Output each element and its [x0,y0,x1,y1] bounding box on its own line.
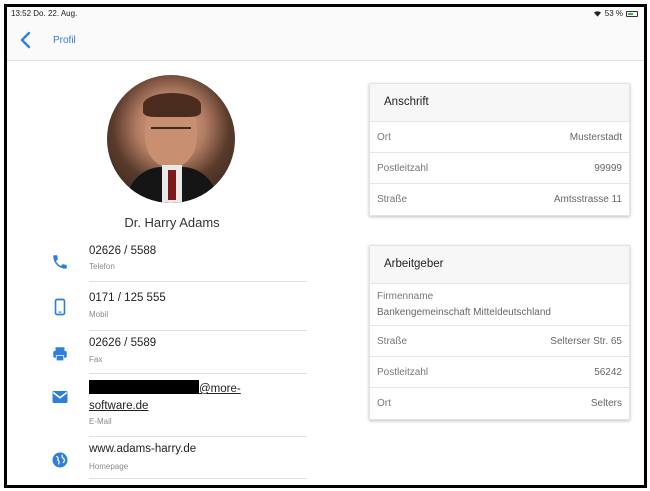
contact-row-email[interactable]: @more- software.de E-Mail [47,380,307,440]
app-window: 13:52 Do. 22. Aug. 53 % Profil Dr. Harry… [4,4,647,488]
globe-icon [52,452,68,468]
email-suffix[interactable]: @more- [199,383,241,395]
address-row-zip: Postleitzahl 99999 [370,153,629,184]
person-name: Dr. Harry Adams [124,215,220,230]
wifi-icon [593,11,601,17]
mail-icon [52,391,68,403]
employer-company-value: Bankengemeinschaft Mitteldeutschland [377,307,551,318]
contact-row-homepage[interactable]: www.adams-harry.de Homepage [47,443,307,483]
battery-icon [626,10,638,17]
address-row-value: 99999 [594,163,622,174]
divider [89,281,307,282]
employer-card-title: Arbeitgeber [370,246,629,284]
address-row-street: Straße Amtsstrasse 11 [370,184,629,215]
divider [89,478,307,479]
fax-label: Fax [89,355,103,364]
employer-row-value: Selters [590,398,622,409]
employer-row-key: Postleitzahl [377,367,429,378]
address-card-title: Anschrift [370,84,629,122]
fax-value[interactable]: 02626 / 5589 [89,337,156,349]
fax-icon [53,347,67,362]
back-button[interactable]: Profil [53,35,76,46]
divider [89,373,307,374]
mobile-icon [54,298,66,316]
employer-row-key: Straße [377,336,408,347]
avatar-tie [168,170,176,200]
contact-row-fax[interactable]: 02626 / 5589 Fax [47,337,307,379]
employer-company-key: Firmenname [377,291,434,302]
redacted-block [89,380,199,394]
divider [89,330,307,331]
employer-row-street: Straße Selterser Str. 65 [370,326,629,357]
employer-row-value: Selterser Str. 65 [550,336,622,347]
address-row-key: Postleitzahl [377,163,429,174]
phone-icon [53,255,67,269]
employer-row-city: Ort Selters [370,388,629,419]
address-row-city: Ort Musterstadt [370,122,629,153]
employer-row-zip: Postleitzahl 56242 [370,357,629,388]
navigation-bar: Profil [7,21,644,61]
phone-value[interactable]: 02626 / 5588 [89,245,156,257]
status-right: 53 % [593,9,638,18]
status-time: 13:52 Do. 22. Aug. [11,9,77,18]
address-row-value: Musterstadt [569,132,622,143]
homepage-label: Homepage [89,462,129,471]
avatar [107,75,235,203]
avatar-glasses [151,127,191,137]
avatar-hair [143,93,201,117]
address-card: Anschrift Ort Musterstadt Postleitzahl 9… [369,83,630,216]
address-row-key: Ort [377,132,391,143]
employer-row-value: 56242 [594,367,622,378]
employer-card: Arbeitgeber Firmenname Bankengemeinschaf… [369,245,630,420]
address-row-key: Straße [377,194,408,205]
contact-row-mobile[interactable]: 0171 / 125 555 Mobil [47,292,307,334]
mobile-value[interactable]: 0171 / 125 555 [89,292,166,304]
status-bar: 13:52 Do. 22. Aug. 53 % [7,7,644,21]
email-label: E-Mail [89,417,112,426]
homepage-value[interactable]: www.adams-harry.de [89,443,196,455]
email-value-line2[interactable]: software.de [89,400,148,412]
employer-row-company: Firmenname Bankengemeinschaft Mitteldeut… [370,284,629,326]
contact-row-phone[interactable]: 02626 / 5588 Telefon [47,245,307,285]
status-date-text: Do. 22. Aug. [33,9,78,18]
battery-percent: 53 % [604,9,623,18]
back-chevron-icon[interactable] [19,31,33,49]
employer-row-key: Ort [377,398,391,409]
mobile-label: Mobil [89,310,109,319]
divider [89,436,307,437]
phone-label: Telefon [89,262,115,271]
email-value[interactable]: @more- [89,380,241,395]
status-time-text: 13:52 [11,9,32,18]
address-row-value: Amtsstrasse 11 [553,194,622,205]
